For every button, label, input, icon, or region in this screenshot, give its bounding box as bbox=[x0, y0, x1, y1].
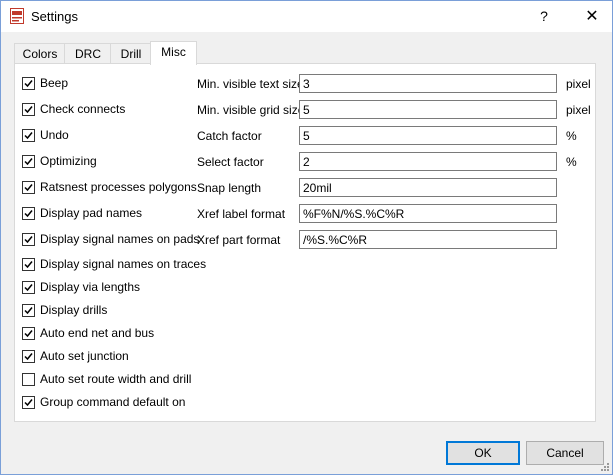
checked-checkbox[interactable] bbox=[22, 207, 35, 220]
checkbox-label: Display pad names bbox=[40, 206, 143, 220]
checkmark-icon bbox=[24, 158, 33, 166]
field-unit: pixel bbox=[566, 103, 591, 117]
field-label: Select factor bbox=[197, 155, 264, 169]
tab-misc[interactable]: Misc bbox=[150, 41, 197, 65]
field-input[interactable]: %F%N/%S.%C%R bbox=[299, 204, 557, 223]
title-bar: Settings ? ✕ bbox=[1, 1, 612, 32]
help-button[interactable]: ? bbox=[524, 1, 564, 32]
checkmark-icon bbox=[24, 80, 33, 88]
tab-drill[interactable]: Drill bbox=[110, 43, 152, 64]
checkmark-icon bbox=[24, 261, 33, 269]
checkbox-label: Optimizing bbox=[40, 154, 97, 168]
window-title: Settings bbox=[31, 9, 78, 24]
app-icon bbox=[10, 8, 24, 24]
checkbox-label: Auto set junction bbox=[40, 349, 129, 363]
checkmark-icon bbox=[24, 132, 33, 140]
checked-checkbox[interactable] bbox=[22, 258, 35, 271]
checkmark-icon bbox=[24, 399, 33, 407]
ok-button[interactable]: OK bbox=[446, 441, 520, 465]
checkbox-label: Display signal names on traces bbox=[40, 257, 207, 271]
tab-colors[interactable]: Colors bbox=[14, 43, 66, 64]
checkbox-label: Ratsnest processes polygons bbox=[40, 180, 197, 194]
checkbox-label: Auto end net and bus bbox=[40, 326, 155, 340]
field-input[interactable]: 3 bbox=[299, 74, 557, 93]
checked-checkbox[interactable] bbox=[22, 350, 35, 363]
checkbox-label: Check connects bbox=[40, 102, 126, 116]
checked-checkbox[interactable] bbox=[22, 103, 35, 116]
cancel-button[interactable]: Cancel bbox=[526, 441, 604, 465]
checkbox-label: Undo bbox=[40, 128, 69, 142]
field-input[interactable]: /%S.%C%R bbox=[299, 230, 557, 249]
tab-drc[interactable]: DRC bbox=[64, 43, 112, 64]
field-unit: % bbox=[566, 155, 577, 169]
checked-checkbox[interactable] bbox=[22, 327, 35, 340]
field-label: Xref part format bbox=[197, 233, 281, 247]
field-input[interactable]: 5 bbox=[299, 100, 557, 119]
checkmark-icon bbox=[24, 210, 33, 218]
resize-grip-icon[interactable] bbox=[600, 462, 610, 472]
unchecked-checkbox[interactable] bbox=[22, 373, 35, 386]
checkbox-label: Display via lengths bbox=[40, 280, 141, 294]
field-label: Min. visible text size bbox=[197, 77, 304, 91]
checked-checkbox[interactable] bbox=[22, 233, 35, 246]
checkbox-label: Auto set route width and drill bbox=[40, 372, 192, 386]
checked-checkbox[interactable] bbox=[22, 155, 35, 168]
checked-checkbox[interactable] bbox=[22, 304, 35, 317]
field-input[interactable]: 2 bbox=[299, 152, 557, 171]
field-unit: % bbox=[566, 129, 577, 143]
checked-checkbox[interactable] bbox=[22, 396, 35, 409]
checkmark-icon bbox=[24, 353, 33, 361]
checkbox-label: Display drills bbox=[40, 303, 108, 317]
checkmark-icon bbox=[24, 284, 33, 292]
checkbox-label: Beep bbox=[40, 76, 69, 90]
checkmark-icon bbox=[24, 106, 33, 114]
checkmark-icon bbox=[24, 184, 33, 192]
close-button[interactable]: ✕ bbox=[572, 1, 612, 32]
checkmark-icon bbox=[24, 307, 33, 315]
checkbox-label: Group command default on bbox=[40, 395, 186, 409]
field-label: Catch factor bbox=[197, 129, 262, 143]
field-unit: pixel bbox=[566, 77, 591, 91]
field-input[interactable]: 20mil bbox=[299, 178, 557, 197]
checked-checkbox[interactable] bbox=[22, 77, 35, 90]
checked-checkbox[interactable] bbox=[22, 129, 35, 142]
field-label: Xref label format bbox=[197, 207, 286, 221]
checked-checkbox[interactable] bbox=[22, 281, 35, 294]
checkmark-icon bbox=[24, 330, 33, 338]
checked-checkbox[interactable] bbox=[22, 181, 35, 194]
field-label: Snap length bbox=[197, 181, 262, 195]
field-input[interactable]: 5 bbox=[299, 126, 557, 145]
checkmark-icon bbox=[24, 236, 33, 244]
field-label: Min. visible grid size bbox=[197, 103, 305, 117]
checkbox-label: Display signal names on pads bbox=[40, 232, 200, 246]
